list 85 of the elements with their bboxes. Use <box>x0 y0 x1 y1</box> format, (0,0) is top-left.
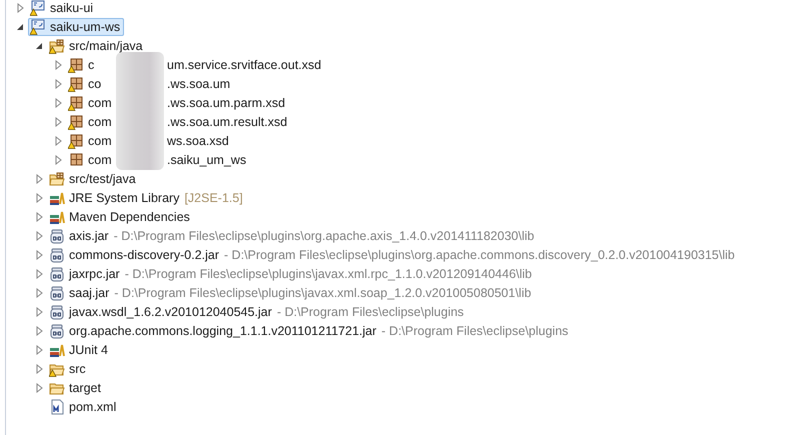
tree-item[interactable]: src/test/java <box>47 170 140 188</box>
expand-arrow-icon[interactable] <box>54 116 62 126</box>
item-decoration: - D:\Program Files\eclipse\plugins <box>381 324 568 338</box>
tree-item[interactable]: jaxrpc.jar <box>47 264 124 282</box>
item-decoration: - D:\Program Files\eclipse\plugins\org.apache.commons.discovery_0.2.0.v201004190315\lib <box>224 248 735 262</box>
tree-item[interactable]: pom.xml <box>47 398 120 416</box>
tree-item[interactable]: com ws.soa.xsd <box>66 132 233 150</box>
item-label: saiku-ui <box>50 0 94 14</box>
tree-item[interactable]: com .ws.soa.um.parm.xsd <box>66 94 290 112</box>
item-label: axis.jar <box>69 228 109 242</box>
item-label: ws.soa.xsd <box>167 134 229 148</box>
maven-file-icon <box>49 398 65 414</box>
expand-arrow-icon[interactable] <box>16 2 24 12</box>
tree-item[interactable]: commons-discovery-0.2.jar <box>47 246 224 264</box>
item-label: com <box>88 114 113 128</box>
item-decoration: [J2SE-1.5] <box>184 190 243 204</box>
expand-arrow-icon[interactable] <box>36 230 42 240</box>
expand-arrow-icon[interactable] <box>54 136 62 146</box>
item-label: c <box>88 58 96 72</box>
item-decoration: - D:\Program Files\eclipse\plugins <box>276 304 464 318</box>
expand-arrow-icon[interactable] <box>36 174 42 184</box>
item-decoration: - D:\Program Files\eclipse\plugins\javax.xml.rpc_1.1.0.v201209140446\lib <box>124 266 532 280</box>
item-label: com <box>88 134 113 148</box>
tree-item[interactable]: javax.wsdl_1.6.2.v201012040545.jar <box>47 302 276 320</box>
item-label: .saiku_um_ws <box>167 152 246 166</box>
item-label: JRE System Library <box>69 190 180 204</box>
item-label: Maven Dependencies <box>69 210 190 224</box>
expand-arrow-icon[interactable] <box>54 78 62 88</box>
item-label: .ws.soa.um.parm.xsd <box>167 96 286 110</box>
tree-item[interactable]: saiku-ui <box>28 0 98 16</box>
item-label: jaxrpc.jar <box>69 266 120 280</box>
expand-arrow-icon[interactable] <box>36 268 42 278</box>
tree-item[interactable]: JRE System Library <box>47 188 184 206</box>
item-label: .ws.soa.um.result.xsd <box>167 114 288 128</box>
collapse-arrow-icon[interactable] <box>35 42 43 50</box>
item-label: saaj.jar <box>69 286 110 300</box>
jar-icon <box>49 304 65 320</box>
item-label: JUnit 4 <box>69 342 108 356</box>
jar-icon <box>49 322 65 338</box>
jar-icon <box>49 228 65 244</box>
expand-arrow-icon[interactable] <box>36 364 42 374</box>
jar-icon <box>49 284 65 300</box>
item-decoration: - D:\Program Files\eclipse\plugins\javax.xml.soap_1.2.0.v201005080501\lib <box>114 286 532 300</box>
expand-arrow-icon[interactable] <box>36 250 42 260</box>
item-label: target <box>69 380 101 394</box>
jar-icon <box>49 266 65 282</box>
item-label: com <box>88 96 113 110</box>
item-label: um.service.srvitface.out.xsd <box>167 58 322 72</box>
tree-item[interactable]: JUnit 4 <box>47 340 112 358</box>
tree-item[interactable]: org.apache.commons.logging_1.1.1.v201101211721.jar <box>47 322 380 340</box>
item-label: com <box>88 152 113 166</box>
tree-item[interactable]: src <box>47 360 90 378</box>
tree-item[interactable]: co .ws.soa.um <box>66 74 234 92</box>
expand-arrow-icon[interactable] <box>36 306 42 316</box>
expand-arrow-icon[interactable] <box>54 60 62 70</box>
tree-item[interactable]: Maven Dependencies <box>47 208 194 226</box>
jar-icon <box>49 246 65 262</box>
item-label: src/test/java <box>69 172 136 186</box>
item-label: pom.xml <box>69 400 116 414</box>
tree-item[interactable]: axis.jar <box>47 226 113 244</box>
expand-arrow-icon[interactable] <box>36 344 42 354</box>
item-label: org.apache.commons.logging_1.1.1.v201101211721.jar <box>69 324 376 338</box>
item-label: src <box>69 362 86 376</box>
item-label: src/main/java <box>69 38 143 52</box>
tree-item[interactable]: com .ws.soa.um.result.xsd <box>66 112 292 130</box>
tree-item[interactable]: target <box>47 378 105 396</box>
tree-item[interactable]: saaj.jar <box>47 284 114 302</box>
item-decoration: - D:\Program Files\eclipse\plugins\org.apache.axis_1.4.0.v201411182030\lib <box>114 228 534 242</box>
expand-arrow-icon[interactable] <box>54 98 62 108</box>
tree-item[interactable]: com .saiku_um_ws <box>66 150 250 168</box>
tree-item[interactable]: c um.service.srvitface.out.xsd <box>66 56 326 74</box>
item-label: javax.wsdl_1.6.2.v201012040545.jar <box>69 304 272 318</box>
item-label: co <box>88 76 102 90</box>
expand-arrow-icon[interactable] <box>36 326 42 336</box>
expand-arrow-icon[interactable] <box>36 192 42 202</box>
expand-arrow-icon[interactable] <box>36 288 42 298</box>
collapse-arrow-icon[interactable] <box>16 22 24 30</box>
tree-item[interactable]: saiku-um-ws <box>28 18 124 36</box>
expand-arrow-icon[interactable] <box>54 154 62 164</box>
tree-item[interactable]: src/main/java <box>47 36 147 54</box>
expand-arrow-icon[interactable] <box>36 382 42 392</box>
expand-arrow-icon[interactable] <box>36 212 42 222</box>
item-label: .ws.soa.um <box>167 76 230 90</box>
item-label: saiku-um-ws <box>50 20 120 34</box>
item-label: commons-discovery-0.2.jar <box>69 248 220 262</box>
